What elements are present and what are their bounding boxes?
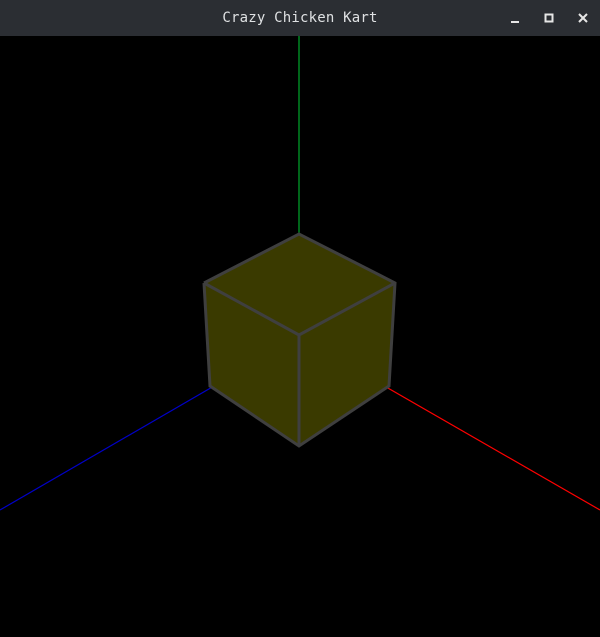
game-viewport[interactable] [0,36,600,637]
title-bar[interactable]: Crazy Chicken Kart [0,0,600,36]
scene-canvas [0,36,600,511]
minimize-icon [511,21,519,23]
close-button[interactable] [566,0,600,36]
window-controls [498,0,600,36]
maximize-button[interactable] [532,0,566,36]
minimize-button[interactable] [498,0,532,36]
close-icon [578,13,588,23]
app-window: Crazy Chicken Kart [0,0,600,637]
maximize-icon [544,13,554,23]
